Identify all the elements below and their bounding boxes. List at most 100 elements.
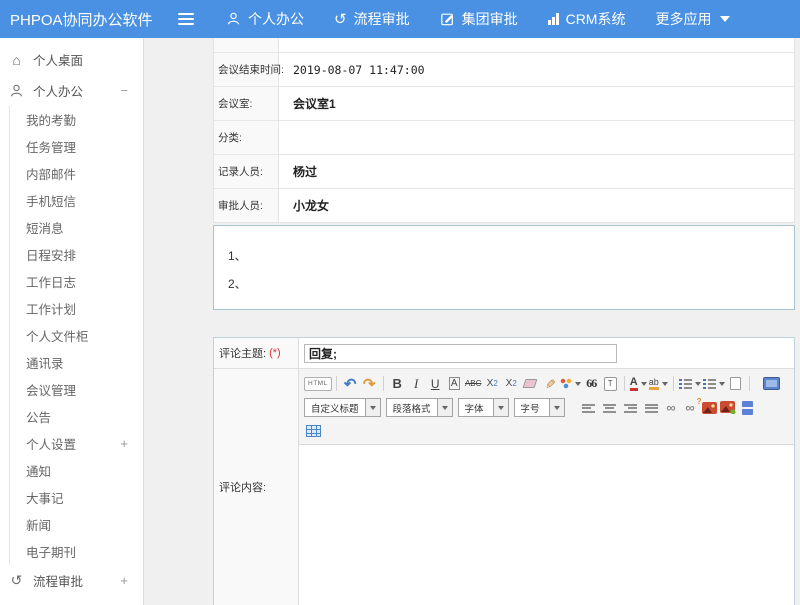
chevron-down-icon	[575, 382, 581, 386]
table-row: 会议结束时间: 2019-08-07 11:47:00	[214, 53, 794, 87]
toolbar-row-1: HTML ↶ ↷ B I U A ABC X2	[304, 372, 789, 395]
font-color-icon: A	[630, 377, 638, 391]
sidebar-item-internal-mail[interactable]: 内部邮件	[10, 160, 143, 187]
sidebar-item-personal-files[interactable]: 个人文件柜	[10, 322, 143, 349]
paste-plain-text-button[interactable]	[601, 375, 620, 393]
sidebar-item-workflow-approval[interactable]: ↺ 流程审批 +	[0, 565, 143, 596]
quick-format-button[interactable]	[559, 375, 582, 393]
sidebar-item-notice[interactable]: 通知	[10, 457, 143, 484]
align-center-button[interactable]	[603, 403, 616, 413]
select-caret-button[interactable]	[365, 399, 380, 416]
italic-button[interactable]: I	[407, 375, 426, 393]
comment-subject-value-cell	[299, 338, 794, 368]
sidebar-item-my-attendance[interactable]: 我的考勤	[10, 106, 143, 133]
font-dialog-button[interactable]: A	[445, 375, 464, 393]
meeting-content-box: 1、 2、	[213, 225, 795, 310]
new-page-button[interactable]	[726, 375, 745, 393]
row-label: 会议室:	[214, 87, 279, 120]
bold-button[interactable]: B	[388, 375, 407, 393]
sidebar-item-schedule[interactable]: 日程安排	[10, 241, 143, 268]
sidebar-item-sms[interactable]: 手机短信	[10, 187, 143, 214]
highlight-color-button[interactable]: ab	[648, 375, 669, 393]
table-row: 记录人员: 杨过	[214, 155, 794, 189]
sidebar-item-work-diary[interactable]: 工作日志	[10, 268, 143, 295]
sidebar-item-label: 大事记	[26, 488, 64, 507]
user-icon	[226, 12, 241, 26]
redo-button[interactable]: ↷	[360, 375, 379, 393]
content-area: 会议结束时间: 2019-08-07 11:47:00 会议室: 会议室1 分类…	[144, 38, 800, 605]
expand-icon[interactable]: +	[120, 573, 128, 588]
nav-group-approval[interactable]: 集团审批	[440, 9, 518, 29]
sidebar-item-label: 日程安排	[26, 245, 76, 264]
sidebar-item-contacts[interactable]: 通讯录	[10, 349, 143, 376]
insert-image-button[interactable]	[700, 399, 719, 417]
unordered-list-icon	[703, 378, 716, 389]
source-code-button[interactable]: HTML	[304, 377, 332, 391]
nav-crm-system[interactable]: CRM系统	[548, 9, 626, 29]
sidebar-item-personal-office[interactable]: 个人办公 −	[0, 75, 143, 106]
select-caret-button[interactable]	[437, 399, 452, 416]
sidebar: ⌂ 个人桌面 个人办公 − 我的考勤 任务管理 内部邮件 手机短信 短消息 日程…	[0, 38, 144, 605]
expand-icon[interactable]: +	[120, 436, 128, 451]
ordered-list-button[interactable]	[678, 375, 702, 393]
sub-base: X	[506, 378, 513, 389]
sidebar-item-task-management[interactable]: 任务管理	[10, 133, 143, 160]
nav-more-apps[interactable]: 更多应用	[655, 9, 730, 29]
sidebar-item-meeting-management[interactable]: 会议管理	[10, 376, 143, 403]
editor-content-area[interactable]	[299, 445, 794, 605]
strikethrough-button[interactable]: ABC	[464, 375, 483, 393]
unordered-list-button[interactable]	[702, 375, 726, 393]
superscript-button[interactable]: X2	[483, 375, 502, 393]
paragraph-format-select[interactable]: 段落格式	[386, 398, 453, 417]
custom-heading-select[interactable]: 自定义标题	[304, 398, 381, 417]
nav-workflow-approval[interactable]: ↺ 流程审批	[334, 9, 410, 29]
sidebar-item-personal-desktop[interactable]: ⌂ 个人桌面	[0, 44, 143, 75]
eraser-icon	[523, 379, 538, 388]
select-caret-button[interactable]	[549, 399, 564, 416]
main-layout: ⌂ 个人桌面 个人办公 − 我的考勤 任务管理 内部邮件 手机短信 短消息 日程…	[0, 38, 800, 605]
sidebar-item-memorabilia[interactable]: 大事记	[10, 484, 143, 511]
sidebar-submenu: 我的考勤 任务管理 内部邮件 手机短信 短消息 日程安排 工作日志 工作计划 个…	[9, 106, 143, 565]
select-label: 字体	[459, 401, 493, 415]
collapse-icon[interactable]: −	[120, 83, 128, 98]
align-left-button[interactable]	[582, 403, 595, 413]
sidebar-item-news[interactable]: 新闻	[10, 511, 143, 538]
sup-exp: 2	[493, 379, 497, 388]
insert-media-button[interactable]	[738, 399, 757, 417]
font-family-select[interactable]: 字体	[458, 398, 509, 417]
insert-link-button[interactable]: ∞	[662, 399, 681, 417]
align-justify-button[interactable]	[645, 403, 658, 413]
blockquote-button[interactable]: 66	[582, 375, 601, 393]
recorder-value: 杨过	[279, 155, 794, 188]
fullscreen-button[interactable]	[762, 375, 781, 393]
format-painter-button[interactable]: ✎	[540, 374, 558, 393]
sidebar-item-label: 新闻	[26, 515, 51, 534]
sidebar-item-announcement[interactable]: 公告	[10, 403, 143, 430]
batch-image-upload-button[interactable]	[719, 399, 738, 417]
insert-table-button[interactable]	[304, 422, 323, 440]
remove-link-button[interactable]: ∞	[681, 399, 700, 417]
remove-format-button[interactable]	[521, 375, 540, 393]
nav-personal-office[interactable]: 个人办公	[226, 9, 304, 29]
font-size-select[interactable]: 字号	[514, 398, 565, 417]
sup-base: X	[487, 378, 494, 389]
sidebar-item-label: 流程审批	[33, 571, 83, 590]
select-caret-button[interactable]	[493, 399, 508, 416]
comment-subject-input[interactable]	[304, 344, 617, 363]
content-line: 2、	[228, 270, 794, 298]
subscript-button[interactable]: X2	[502, 375, 521, 393]
sidebar-item-label: 我的考勤	[26, 110, 76, 129]
sidebar-item-short-message[interactable]: 短消息	[10, 214, 143, 241]
comment-form: 评论主题: (*) 评论内容: HTML	[213, 337, 795, 605]
workflow-icon: ↺	[334, 12, 347, 27]
align-right-button[interactable]	[624, 403, 637, 413]
menu-toggle-button[interactable]	[178, 10, 208, 28]
select-label: 自定义标题	[305, 401, 365, 415]
sidebar-item-personal-settings[interactable]: 个人设置+	[10, 430, 143, 457]
sidebar-item-e-journal[interactable]: 电子期刊	[10, 538, 143, 565]
row-label: 分类:	[214, 121, 279, 154]
undo-button[interactable]: ↶	[341, 375, 360, 393]
font-color-button[interactable]: A	[629, 375, 648, 393]
sidebar-item-work-plan[interactable]: 工作计划	[10, 295, 143, 322]
underline-button[interactable]: U	[426, 375, 445, 393]
